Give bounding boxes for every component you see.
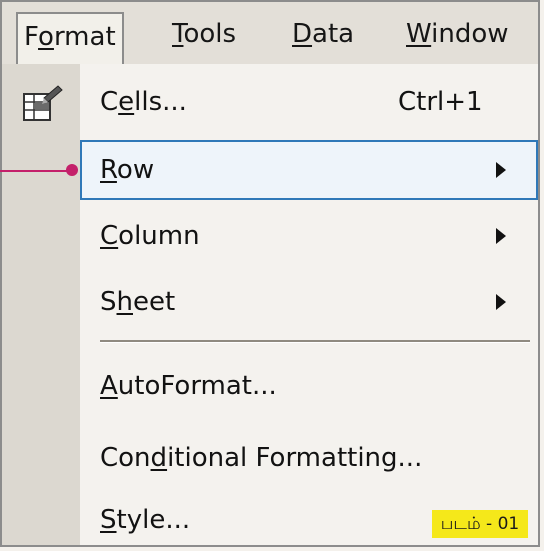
submenu-arrow-icon — [496, 294, 506, 310]
menu-tools[interactable]: Tools — [166, 14, 242, 54]
menu-window[interactable]: Window — [400, 14, 515, 54]
callout-pointer-dot — [66, 164, 78, 176]
menu-separator — [100, 340, 530, 343]
menu-item-row[interactable]: Row — [80, 140, 538, 200]
menu-bar: Format Tools Data Window — [2, 2, 538, 66]
menu-item-autoformat[interactable]: AutoFormat... — [80, 356, 538, 416]
format-cells-icon — [23, 85, 63, 121]
submenu-arrow-icon — [496, 162, 506, 178]
shortcut-ctrl-1: Ctrl+1 — [398, 87, 483, 117]
menu-item-column[interactable]: Column — [80, 206, 538, 266]
menu-icon-strip — [2, 64, 80, 545]
menu-item-sheet[interactable]: Sheet — [80, 272, 538, 332]
callout-pointer-line — [0, 170, 74, 172]
menu-data[interactable]: Data — [286, 14, 360, 54]
figure-caption-badge: படம் - 01 — [432, 510, 528, 538]
submenu-arrow-icon — [496, 228, 506, 244]
menu-item-conditional-formatting[interactable]: Conditional Formatting... — [80, 428, 538, 488]
menu-format[interactable]: Format — [16, 12, 124, 66]
menu-item-cells[interactable]: Cells... Ctrl+1 — [80, 72, 538, 132]
